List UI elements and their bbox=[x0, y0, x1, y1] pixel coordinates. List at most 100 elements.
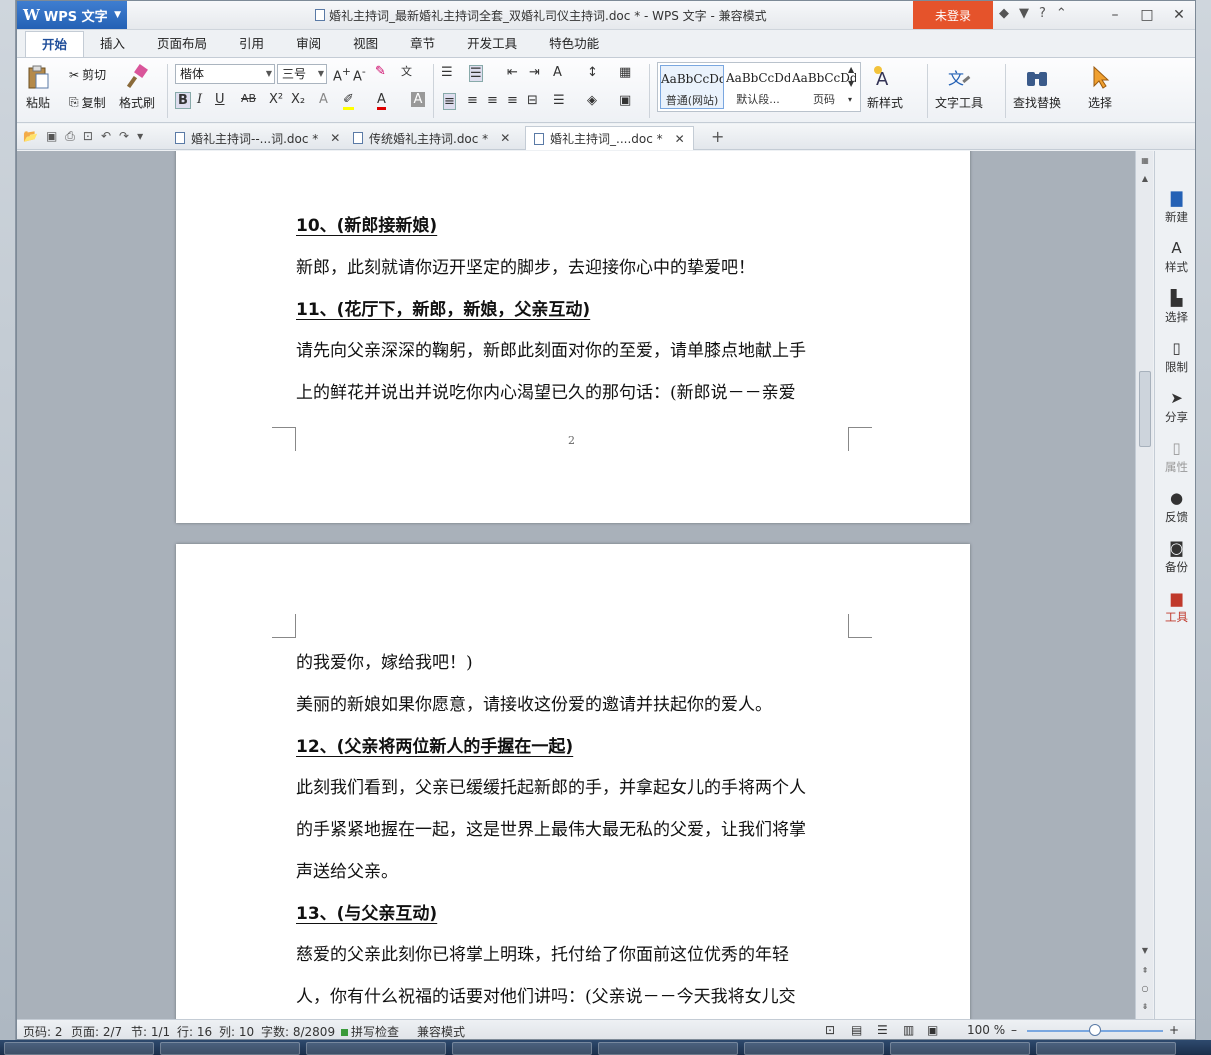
font-color-icon[interactable]: A bbox=[377, 92, 386, 110]
panel-properties[interactable]: ▯ 属性 bbox=[1155, 439, 1195, 475]
distribute-icon[interactable]: ⊟ bbox=[527, 93, 538, 108]
underline-icon[interactable]: U bbox=[215, 92, 225, 107]
align-right-icon[interactable]: ≡ bbox=[487, 93, 498, 108]
shirt-icon[interactable]: ▼ bbox=[1019, 6, 1029, 21]
sort-icon[interactable]: ↕ bbox=[587, 65, 598, 80]
paste-button[interactable]: 粘贴 bbox=[25, 64, 51, 111]
save-icon[interactable]: ▣ bbox=[46, 129, 57, 144]
phonetic-guide-icon[interactable]: 文 bbox=[401, 63, 412, 79]
spell-check-toggle[interactable]: 拼写检查 bbox=[341, 1023, 399, 1039]
ruler-toggle-icon[interactable]: ▦ bbox=[1136, 153, 1154, 169]
highlight-icon[interactable]: ✐ bbox=[343, 92, 354, 110]
skin-icon[interactable]: ◆ bbox=[999, 6, 1009, 21]
select-button[interactable]: 选择 bbox=[1087, 64, 1113, 111]
panel-share[interactable]: ➤ 分享 bbox=[1155, 389, 1195, 425]
text-tools-button[interactable]: 文 文字工具 bbox=[935, 64, 983, 111]
numbered-list-icon[interactable]: ☰ bbox=[469, 65, 483, 82]
panel-feedback[interactable]: ● 反馈 bbox=[1155, 489, 1195, 525]
taskbar-item[interactable] bbox=[890, 1042, 1030, 1055]
taskbar-item[interactable] bbox=[1036, 1042, 1176, 1055]
zoom-out-icon[interactable]: – bbox=[1011, 1023, 1017, 1037]
help-icon[interactable]: ? bbox=[1039, 6, 1046, 21]
style-default-paragraph[interactable]: AaBbCcDd 默认段... bbox=[726, 65, 790, 109]
tab-references[interactable]: 引用 bbox=[223, 31, 280, 57]
browse-object-icon[interactable]: ○ bbox=[1136, 981, 1154, 997]
superscript-icon[interactable]: X² bbox=[269, 92, 283, 107]
close-icon[interactable]: ✕ bbox=[1163, 1, 1195, 29]
maximize-icon[interactable]: □ bbox=[1131, 1, 1163, 29]
taskbar-item[interactable] bbox=[598, 1042, 738, 1055]
taskbar-item[interactable] bbox=[744, 1042, 884, 1055]
subscript-icon[interactable]: X₂ bbox=[291, 92, 305, 107]
tab-insert[interactable]: 插入 bbox=[84, 31, 141, 57]
cut-button[interactable]: ✂ 剪切 bbox=[69, 66, 106, 83]
text-direction-icon[interactable]: A bbox=[553, 65, 562, 80]
align-center-icon[interactable]: ≡ bbox=[467, 93, 478, 108]
panel-backup[interactable]: ◙ 备份 bbox=[1155, 539, 1195, 575]
gallery-expand-icon[interactable]: ▾ bbox=[848, 95, 852, 104]
tab-developer[interactable]: 开发工具 bbox=[451, 31, 533, 57]
redo-icon[interactable]: ↷ bbox=[119, 129, 129, 144]
clear-format-icon[interactable]: ✎ bbox=[375, 64, 386, 79]
tab-review[interactable]: 审阅 bbox=[280, 31, 337, 57]
decrease-indent-icon[interactable]: ⇤ bbox=[507, 65, 518, 80]
doc-tab-2[interactable]: 传统婚礼主持词.doc * ✕ bbox=[345, 126, 518, 150]
close-tab-icon[interactable]: ✕ bbox=[500, 131, 510, 145]
gallery-scroll-down-icon[interactable]: ▼ bbox=[848, 79, 854, 88]
collapse-ribbon-icon[interactable]: ⌃ bbox=[1056, 6, 1067, 21]
print-icon[interactable]: ⎙ bbox=[65, 129, 75, 144]
tab-special[interactable]: 特色功能 bbox=[533, 31, 615, 57]
shrink-font-icon[interactable]: A- bbox=[353, 65, 366, 84]
scroll-thumb[interactable] bbox=[1139, 371, 1151, 447]
close-tab-icon[interactable]: ✕ bbox=[330, 131, 340, 145]
line-spacing-icon[interactable]: ☰ bbox=[553, 93, 565, 108]
doc-tab-1[interactable]: 婚礼主持词--...词.doc * ✕ bbox=[167, 126, 348, 150]
status-pages[interactable]: 页面: 2/7 bbox=[71, 1023, 122, 1039]
panel-new[interactable]: ▇ 新建 bbox=[1155, 189, 1195, 225]
char-shading-icon[interactable]: A bbox=[411, 92, 425, 107]
new-style-button[interactable]: A 新样式 bbox=[867, 64, 903, 111]
bold-icon[interactable]: B bbox=[175, 92, 191, 109]
web-view-icon[interactable]: ▥ bbox=[903, 1023, 914, 1037]
table-grid-icon[interactable]: ▦ bbox=[619, 65, 631, 80]
italic-icon[interactable]: I bbox=[197, 92, 202, 107]
strikethrough-icon[interactable]: AB bbox=[241, 92, 256, 105]
increase-indent-icon[interactable]: ⇥ bbox=[529, 65, 540, 80]
app-menu-button[interactable]: W WPS 文字 ▼ bbox=[17, 1, 127, 29]
scroll-down-icon[interactable]: ▼ bbox=[1136, 943, 1154, 959]
tab-view[interactable]: 视图 bbox=[337, 31, 394, 57]
gallery-scroll-up-icon[interactable]: ▲ bbox=[848, 65, 854, 74]
zoom-level[interactable]: 100 % bbox=[967, 1023, 1005, 1037]
tab-page-layout[interactable]: 页面布局 bbox=[141, 31, 223, 57]
customize-toolbar-icon[interactable]: ▾ bbox=[137, 129, 143, 144]
taskbar-item[interactable] bbox=[306, 1042, 446, 1055]
reading-view-icon[interactable]: ▣ bbox=[927, 1023, 938, 1037]
taskbar-item[interactable] bbox=[452, 1042, 592, 1055]
page-view-icon[interactable]: ▤ bbox=[851, 1023, 862, 1037]
document-canvas[interactable]: 10、(新郎接新娘) 新郎，此刻就请你迈开坚定的脚步，去迎接你心中的挚爱吧！ 1… bbox=[17, 151, 1135, 1019]
text-effect-icon[interactable]: A bbox=[319, 92, 328, 107]
undo-icon[interactable]: ↶ bbox=[101, 129, 111, 144]
login-button[interactable]: 未登录 bbox=[913, 1, 993, 29]
new-tab-icon[interactable]: + bbox=[711, 127, 724, 146]
status-word-count[interactable]: 字数: 8/2809 bbox=[261, 1023, 335, 1039]
justify-icon[interactable]: ≡ bbox=[507, 93, 518, 108]
font-size-select[interactable]: 三号 ▼ bbox=[277, 64, 327, 84]
print-preview-icon[interactable]: ⊡ bbox=[83, 129, 93, 144]
bullet-list-icon[interactable]: ☰ bbox=[441, 65, 453, 80]
copy-button[interactable]: ⎘ 复制 bbox=[69, 94, 106, 111]
open-folder-icon[interactable]: 📂 bbox=[23, 129, 38, 144]
full-screen-icon[interactable]: ⊡ bbox=[825, 1023, 835, 1037]
panel-select[interactable]: ▙ 选择 bbox=[1155, 289, 1195, 325]
panel-style[interactable]: A 样式 bbox=[1155, 239, 1195, 275]
border-icon[interactable]: ▣ bbox=[619, 93, 631, 108]
close-tab-icon[interactable]: ✕ bbox=[675, 132, 685, 146]
style-page-number[interactable]: AaBbCcDd 页码 bbox=[792, 65, 856, 109]
doc-tab-3[interactable]: 婚礼主持词_....doc * ✕ bbox=[525, 126, 694, 150]
panel-tools[interactable]: ▆ 工具 bbox=[1155, 589, 1195, 625]
scroll-up-icon[interactable]: ▲ bbox=[1136, 171, 1154, 187]
zoom-slider-thumb[interactable] bbox=[1089, 1024, 1101, 1036]
outline-view-icon[interactable]: ☰ bbox=[877, 1023, 888, 1037]
previous-page-icon[interactable]: ⇞ bbox=[1136, 963, 1154, 979]
shading-icon[interactable]: ◈ bbox=[587, 93, 597, 108]
